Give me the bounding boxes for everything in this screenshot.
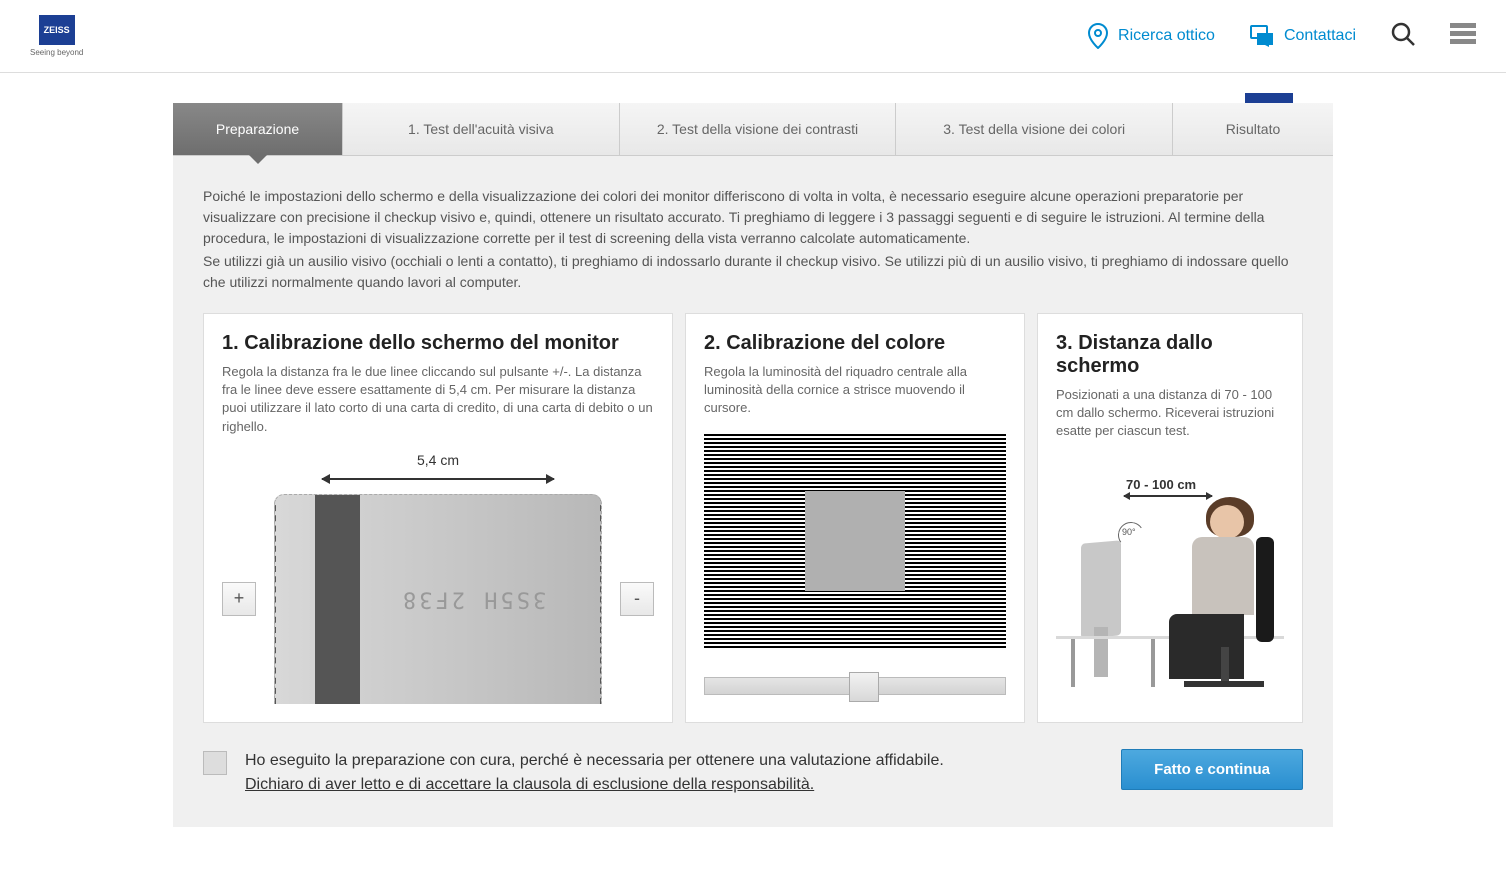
- logo-tagline: Seeing beyond: [30, 48, 83, 57]
- panel-title: 1. Calibrazione dello schermo del monito…: [222, 332, 654, 355]
- angle-label: 90°: [1122, 527, 1136, 537]
- brand-logo[interactable]: ZEISS Seeing beyond: [30, 15, 83, 57]
- panel-title: 2. Calibrazione del colore: [704, 332, 1006, 355]
- menu-button[interactable]: [1450, 23, 1476, 50]
- confirmation-row: Ho eseguito la preparazione con cura, pe…: [203, 749, 1303, 797]
- chat-icon: [1250, 25, 1274, 47]
- panel-screen-distance: 3. Distanza dallo schermo Posizionati a …: [1037, 313, 1303, 723]
- panel-description: Regola la luminosità del riquadro centra…: [704, 363, 1006, 418]
- confirmation-group: Ho eseguito la preparazione con cura, pe…: [203, 749, 944, 797]
- contact-label: Contattaci: [1284, 27, 1356, 45]
- desk-leg-icon: [1071, 639, 1075, 687]
- person-head: [1210, 505, 1244, 539]
- hamburger-icon: [1450, 23, 1476, 45]
- tab-contrast-test[interactable]: 2. Test della visione dei contrasti: [620, 103, 897, 155]
- panel-description: Posizionati a una distanza di 70 - 100 c…: [1056, 386, 1284, 441]
- intro-paragraph-1: Poiché le impostazioni dello schermo e d…: [203, 186, 1303, 249]
- color-inner-square: [805, 491, 905, 591]
- person-body: [1192, 537, 1254, 615]
- disclaimer-link[interactable]: Dichiaro di aver letto e di accettare la…: [245, 776, 814, 793]
- person-illustration: [1144, 487, 1274, 687]
- map-pin-icon: [1088, 23, 1108, 49]
- panel-title: 3. Distanza dallo schermo: [1056, 332, 1284, 378]
- tab-label: 1. Test dell'acuità visiva: [408, 121, 554, 137]
- contact-link[interactable]: Contattaci: [1250, 25, 1356, 47]
- main-container: Preparazione 1. Test dell'acuità visiva …: [173, 103, 1333, 827]
- measurement-arrow: [322, 470, 554, 490]
- panel-color-calibration: 2. Calibrazione del colore Regola la lum…: [685, 313, 1025, 723]
- tab-label: Preparazione: [216, 121, 299, 137]
- intro-text: Poiché le impostazioni dello schermo e d…: [203, 186, 1303, 293]
- step-tabs: Preparazione 1. Test dell'acuità visiva …: [173, 103, 1333, 156]
- tab-label: Risultato: [1226, 121, 1280, 137]
- monitor-icon: [1081, 540, 1121, 638]
- logo-mark: ZEISS: [39, 15, 75, 45]
- tab-label: 3. Test della visione dei colori: [943, 121, 1125, 137]
- content-area: Poiché le impostazioni dello schermo e d…: [173, 156, 1333, 827]
- calibration-panels: 1. Calibrazione dello schermo del monito…: [203, 313, 1303, 723]
- tab-acuity-test[interactable]: 1. Test dell'acuità visiva: [343, 103, 620, 155]
- tab-label: 2. Test della visione dei contrasti: [657, 121, 858, 137]
- optician-search-label: Ricerca ottico: [1118, 27, 1215, 45]
- header-actions: Ricerca ottico Contattaci: [1088, 22, 1476, 51]
- chair-back-icon: [1256, 537, 1274, 642]
- tab-result[interactable]: Risultato: [1173, 103, 1333, 155]
- site-header: ZEISS Seeing beyond Ricerca ottico Conta…: [0, 0, 1506, 73]
- continue-button[interactable]: Fatto e continua: [1121, 749, 1303, 790]
- confirmation-statement: Ho eseguito la preparazione con cura, pe…: [245, 752, 944, 769]
- brightness-slider[interactable]: [704, 677, 1006, 695]
- confirmation-checkbox[interactable]: [203, 751, 227, 775]
- credit-card-visual: 3S5H 2F38: [274, 494, 602, 704]
- search-icon: [1391, 22, 1415, 46]
- person-legs: [1169, 614, 1244, 679]
- decrease-button[interactable]: -: [620, 582, 654, 616]
- distance-illustration: 70 - 100 cm 90°: [1056, 457, 1284, 687]
- calibration-controls: + 3S5H 2F38 -: [222, 494, 654, 704]
- card-digits: 3S5H 2F38: [400, 587, 546, 612]
- panel-description: Regola la distanza fra le due linee clic…: [222, 363, 654, 436]
- panel-screen-calibration: 1. Calibrazione dello schermo del monito…: [203, 313, 673, 723]
- optician-search-link[interactable]: Ricerca ottico: [1088, 23, 1215, 49]
- tab-preparation[interactable]: Preparazione: [173, 103, 343, 155]
- intro-paragraph-2: Se utilizzi già un ausilio visivo (occhi…: [203, 251, 1303, 293]
- measurement-label: 5,4 cm: [222, 452, 654, 468]
- confirmation-text: Ho eseguito la preparazione con cura, pe…: [245, 749, 944, 797]
- color-pattern: [704, 434, 1006, 649]
- monitor-stand-icon: [1094, 627, 1108, 677]
- tab-color-test[interactable]: 3. Test della visione dei colori: [896, 103, 1173, 155]
- slider-thumb[interactable]: [849, 672, 879, 702]
- chair-base-icon: [1184, 681, 1264, 687]
- search-button[interactable]: [1391, 22, 1415, 51]
- increase-button[interactable]: +: [222, 582, 256, 616]
